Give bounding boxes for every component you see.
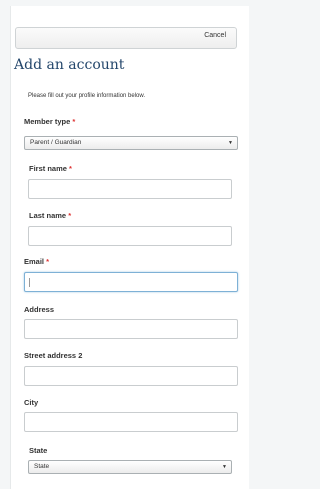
form-top-bar: Cancel: [15, 27, 237, 49]
first-name-label-text: First name: [29, 164, 67, 173]
city-label-text: City: [24, 398, 39, 407]
email-label: Email *: [24, 257, 49, 266]
intro-text: Please fill out your profile information…: [28, 93, 146, 99]
city-input[interactable]: [24, 412, 238, 432]
email-label-text: Email: [24, 257, 45, 266]
last-name-label: Last name *: [29, 211, 71, 220]
member-type-selected-value: Parent / Guardian: [30, 139, 82, 146]
street-address-2-label-text: Street address 2: [24, 351, 83, 360]
required-asterisk: *: [68, 211, 72, 220]
page-title: Add an account: [14, 57, 125, 73]
last-name-input[interactable]: [28, 226, 232, 246]
address-label: Address: [24, 305, 54, 314]
member-type-label-text: Member type: [24, 117, 71, 126]
last-name-label-text: Last name: [29, 211, 67, 220]
dropdown-caret-icon: ▼: [222, 464, 227, 470]
state-label-text: State: [29, 446, 48, 455]
required-asterisk: *: [46, 257, 50, 266]
address-label-text: Address: [24, 305, 55, 314]
required-asterisk: *: [72, 117, 76, 126]
address-input[interactable]: [24, 319, 238, 339]
street-address-2-input[interactable]: [24, 366, 238, 386]
member-type-select[interactable]: Parent / Guardian ▼: [24, 136, 238, 150]
street-address-2-label: Street address 2: [24, 351, 82, 360]
cancel-button[interactable]: Cancel: [204, 32, 226, 39]
state-label: State: [29, 446, 47, 455]
first-name-label: First name *: [29, 164, 72, 173]
dropdown-caret-icon: ▼: [228, 140, 233, 146]
city-label: City: [24, 398, 38, 407]
text-cursor: [29, 278, 30, 287]
email-input[interactable]: [24, 272, 238, 292]
state-selected-value: State: [34, 463, 50, 470]
first-name-input[interactable]: [28, 179, 232, 199]
required-asterisk: *: [69, 164, 72, 173]
member-type-label: Member type *: [24, 117, 75, 126]
state-select[interactable]: State ▼: [28, 460, 232, 474]
